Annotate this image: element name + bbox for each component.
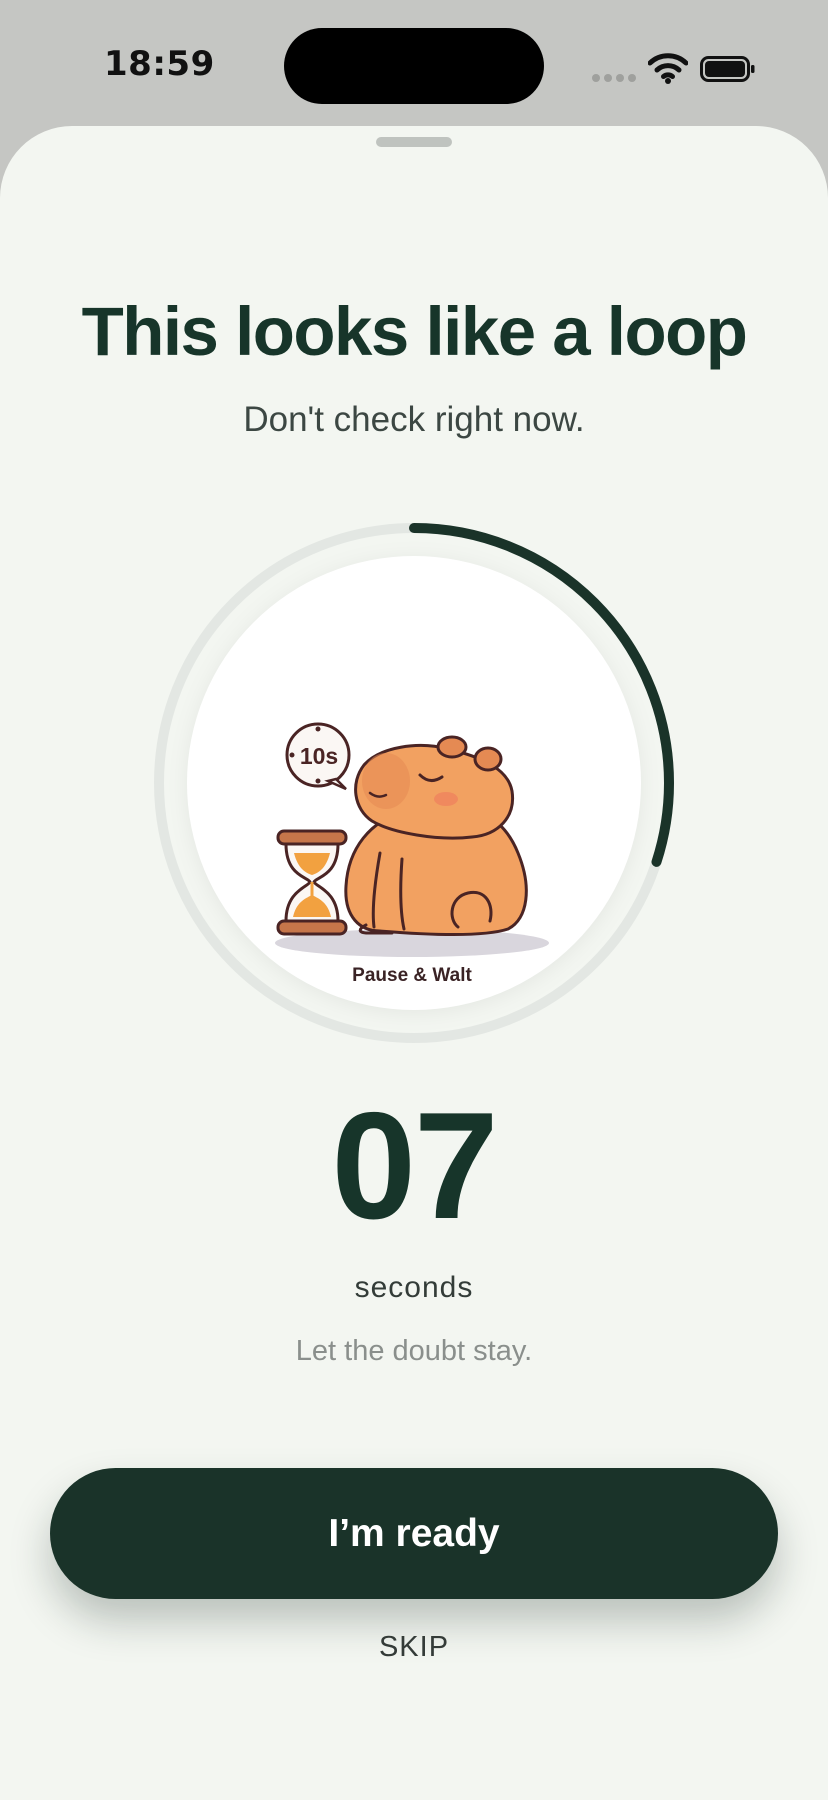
timer-badge-label: 10s — [300, 743, 338, 769]
timer-badge-icon: 10s — [285, 722, 351, 791]
countdown-hint: Let the doubt stay. — [295, 1335, 533, 1367]
countdown-unit-label: seconds — [354, 1271, 474, 1304]
battery-icon — [700, 56, 755, 82]
dynamic-island — [284, 28, 544, 104]
sheet-grabber[interactable] — [376, 137, 452, 147]
status-time: 18:59 — [104, 44, 215, 84]
capybara-icon — [344, 735, 528, 936]
ready-button-label: I’m ready — [328, 1511, 500, 1555]
illustration-caption: Pause & Walt — [352, 965, 472, 986]
sheet-title: This looks like a loop — [81, 293, 748, 370]
cellular-signal-icon — [592, 74, 636, 82]
ready-button[interactable]: I’m ready — [50, 1468, 778, 1599]
hourglass-icon — [276, 829, 348, 936]
loop-break-sheet: This looks like a loop Don't check right… — [0, 126, 828, 1800]
wifi-icon — [648, 53, 688, 84]
skip-button[interactable]: SKIP — [314, 1622, 514, 1672]
status-bar: 18:59 — [0, 0, 828, 130]
sheet-subtitle: Don't check right now. — [243, 400, 585, 439]
capybara-illustration: 10s Pause & Walt — [275, 722, 549, 986]
countdown-seconds: 07 — [331, 1081, 498, 1251]
status-icons — [592, 50, 772, 86]
